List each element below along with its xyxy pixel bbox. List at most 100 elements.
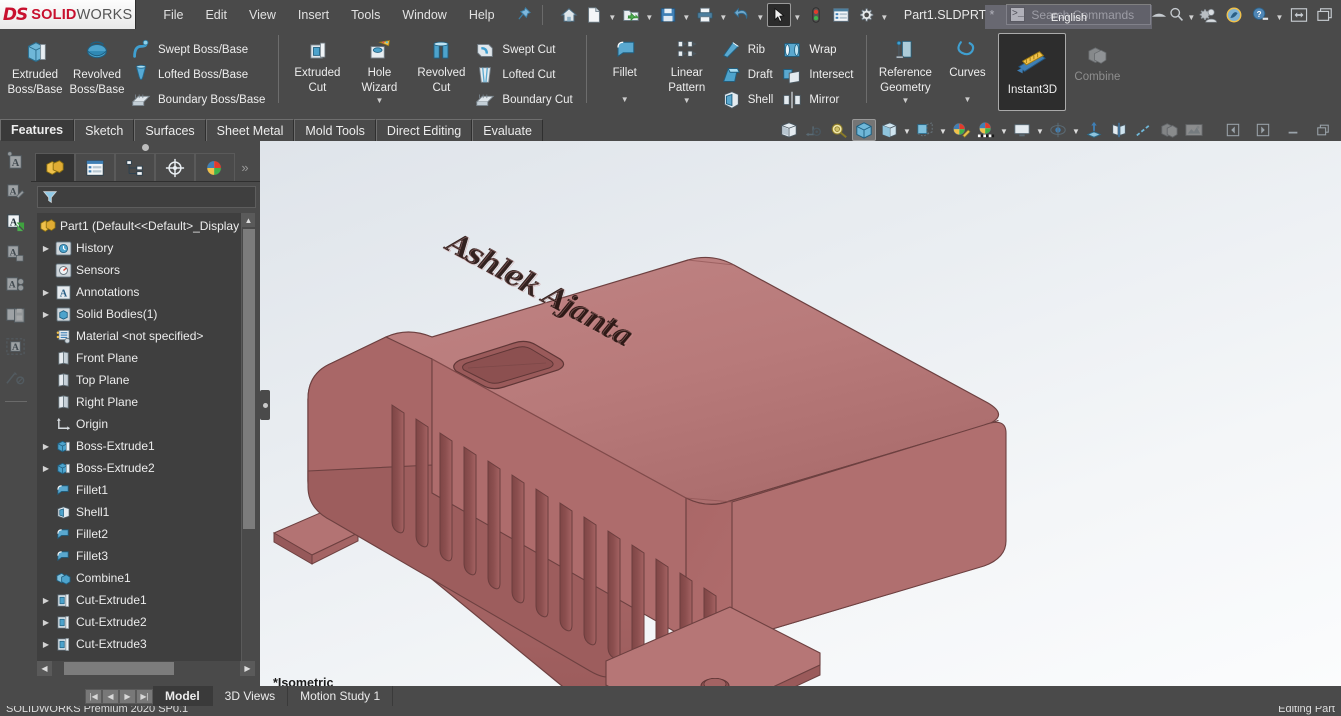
feature-tree-horizontal-scrollbar[interactable]: ◀ ▶ xyxy=(37,661,255,676)
lofted-cut-button[interactable]: Lofted Cut xyxy=(472,62,578,87)
hole-wizard-dropdown[interactable]: ▼ xyxy=(375,97,383,105)
tree-item-shell1[interactable]: Shell1 xyxy=(37,501,239,523)
view-settings-dropdown[interactable]: ▼ xyxy=(1035,119,1045,141)
intersect-button[interactable]: Intersect xyxy=(779,62,859,87)
tree-item-solid-bodies[interactable]: ▶ Solid Bodies(1) xyxy=(37,303,239,325)
home-icon[interactable] xyxy=(557,3,581,27)
gear-dropdown[interactable]: ▼ xyxy=(879,3,890,27)
cut-extrude3-expander[interactable]: ▶ xyxy=(39,640,53,649)
revolved-cut-button[interactable]: Revolved Cut xyxy=(410,33,472,95)
hole-wizard-button[interactable]: Hole Wizard ▼ xyxy=(348,33,410,105)
tree-item-fillet3[interactable]: Fillet3 xyxy=(37,545,239,567)
scroll-up-button[interactable]: ▲ xyxy=(242,213,255,227)
cut-extrude2-expander[interactable]: ▶ xyxy=(39,618,53,627)
tree-item-front-plane[interactable]: Front Plane xyxy=(37,347,239,369)
reference-geometry-dropdown[interactable]: ▼ xyxy=(901,97,909,105)
linear-pattern-button[interactable]: Linear Pattern ▼ xyxy=(656,33,718,105)
panel-grip[interactable] xyxy=(31,141,260,153)
first-tab-button[interactable]: |◀ xyxy=(85,688,102,704)
annotation-edit-icon[interactable]: A xyxy=(5,180,27,202)
tree-item-sensors[interactable]: Sensors xyxy=(37,259,239,281)
annotation-balloon-icon[interactable]: A xyxy=(5,273,27,295)
menu-item-tools[interactable]: Tools xyxy=(340,5,391,25)
boss-extrude1-expander[interactable]: ▶ xyxy=(39,442,53,451)
display-manager-tab[interactable] xyxy=(195,153,235,181)
display-state-dropdown[interactable]: ▼ xyxy=(1071,119,1081,141)
swept-boss-base-button[interactable]: Swept Boss/Base xyxy=(128,37,271,62)
tree-item-fillet1[interactable]: Fillet1 xyxy=(37,479,239,501)
mirror-button[interactable]: Mirror xyxy=(779,87,859,112)
model-3d-view[interactable]: Ashlek Ajanta Ashlek Ajanta xyxy=(260,141,1341,686)
tab-sketch[interactable]: Sketch xyxy=(74,119,135,141)
mirror-view-icon[interactable] xyxy=(1107,119,1131,141)
tree-item-history[interactable]: ▶ History xyxy=(37,237,239,259)
pin-icon[interactable] xyxy=(516,6,534,24)
apply-scene-dropdown[interactable]: ▼ xyxy=(999,119,1009,141)
property-manager-tab[interactable] xyxy=(75,153,115,181)
feature-tree-vertical-scrollbar[interactable]: ▲ ▼ xyxy=(241,213,255,675)
tree-item-boss-extrude1[interactable]: ▶ Boss-Extrude1 xyxy=(37,435,239,457)
tab-surfaces[interactable]: Surfaces xyxy=(134,119,206,141)
swept-cut-button[interactable]: Swept Cut xyxy=(472,37,578,62)
hide-show-dropdown[interactable]: ▼ xyxy=(938,119,948,141)
tree-item-cut-extrude2[interactable]: ▶ Cut-Extrude2 xyxy=(37,611,239,633)
new-document-dropdown[interactable]: ▼ xyxy=(607,3,618,27)
linear-pattern-dropdown[interactable]: ▼ xyxy=(683,97,691,105)
bottom-tab-model[interactable]: Model xyxy=(153,686,213,706)
search-icon[interactable] xyxy=(1167,3,1187,27)
collapse-left-icon[interactable] xyxy=(1221,119,1245,141)
tab-direct-editing[interactable]: Direct Editing xyxy=(375,119,473,141)
view-orientation-icon[interactable] xyxy=(802,119,826,141)
hscroll-thumb[interactable] xyxy=(64,662,174,675)
tab-mold-tools[interactable]: Mold Tools xyxy=(294,119,376,141)
scroll-thumb[interactable] xyxy=(243,229,255,529)
tree-item-origin[interactable]: Origin xyxy=(37,413,239,435)
collapse-right-icon[interactable] xyxy=(1251,119,1275,141)
tree-item-material[interactable]: Material <not specified> xyxy=(37,325,239,347)
extruded-cut-button[interactable]: Extruded Cut xyxy=(286,33,348,95)
scroll-left-button[interactable]: ◀ xyxy=(37,661,52,676)
tree-item-fillet2[interactable]: Fillet2 xyxy=(37,523,239,545)
print-dropdown[interactable]: ▼ xyxy=(718,3,729,27)
window-cascade-icon[interactable] xyxy=(1313,3,1337,27)
lofted-boss-base-button[interactable]: Lofted Boss/Base xyxy=(128,62,271,87)
display-style-icon[interactable] xyxy=(877,119,901,141)
select-dropdown[interactable]: ▼ xyxy=(792,3,803,27)
next-tab-button[interactable]: ▶ xyxy=(119,688,136,704)
menu-item-file[interactable]: File xyxy=(152,5,194,25)
annotations-expander[interactable]: ▶ xyxy=(39,288,53,297)
select-arrow-icon[interactable] xyxy=(766,2,791,27)
bottom-tab-3d-views[interactable]: 3D Views xyxy=(212,686,289,706)
minimize-icon[interactable] xyxy=(1281,119,1305,141)
dimxpert-manager-tab[interactable] xyxy=(155,153,195,181)
user-account-icon[interactable] xyxy=(1196,3,1220,27)
tree-item-boss-extrude2[interactable]: ▶ Boss-Extrude2 xyxy=(37,457,239,479)
display-state-icon[interactable] xyxy=(1046,119,1070,141)
view-orientation-cube-icon[interactable] xyxy=(852,119,876,141)
reference-geometry-button[interactable]: Reference Geometry ▼ xyxy=(874,33,936,105)
annotation-tools-icon[interactable] xyxy=(5,366,27,388)
cut-extrude1-expander[interactable]: ▶ xyxy=(39,596,53,605)
fillet-button[interactable]: Fillet ▼ xyxy=(594,33,656,104)
rebuild-traffic-light-icon[interactable] xyxy=(804,3,828,27)
bottom-tab-motion-study[interactable]: Motion Study 1 xyxy=(288,686,394,706)
boundary-cut-button[interactable]: Boundary Cut xyxy=(472,87,578,112)
exploded-view-icon[interactable] xyxy=(1082,119,1106,141)
annotation-note-icon[interactable]: A xyxy=(5,149,27,171)
gear-icon[interactable] xyxy=(854,3,878,27)
last-tab-button[interactable]: ▶| xyxy=(136,688,153,704)
undo-dropdown[interactable]: ▼ xyxy=(755,3,766,27)
draft-button[interactable]: Draft xyxy=(718,62,780,87)
annotation-save-icon[interactable] xyxy=(5,304,27,326)
save-icon[interactable] xyxy=(656,3,680,27)
annotation-frame-icon[interactable]: A xyxy=(5,335,27,357)
menu-item-view[interactable]: View xyxy=(238,5,287,25)
menu-item-edit[interactable]: Edit xyxy=(194,5,238,25)
solid-bodies-expander[interactable]: ▶ xyxy=(39,310,53,319)
save-dropdown[interactable]: ▼ xyxy=(681,3,692,27)
annotation-insert-icon[interactable]: A xyxy=(5,211,27,233)
fillet-dropdown[interactable]: ▼ xyxy=(621,96,629,104)
edit-appearance-icon[interactable] xyxy=(949,119,973,141)
tree-item-cut-extrude3[interactable]: ▶ Cut-Extrude3 xyxy=(37,633,239,655)
options-list-icon[interactable] xyxy=(829,3,853,27)
